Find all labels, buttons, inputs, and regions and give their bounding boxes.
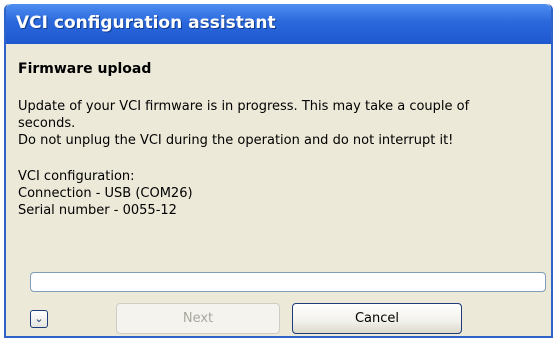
config-heading: VCI configuration: (18, 169, 135, 184)
connection-info: Connection - USB (COM26) (18, 186, 193, 201)
next-button[interactable]: Next (116, 303, 280, 334)
chevron-down-icon: ⌄ (34, 312, 44, 325)
progress-message-line-2: seconds. (18, 116, 76, 131)
expand-button[interactable]: ⌄ (30, 310, 48, 328)
dialog-window: VCI configuration assistant Firmware upl… (4, 4, 553, 338)
warning-message: Do not unplug the VCI during the operati… (18, 133, 454, 148)
window-title: VCI configuration assistant (16, 13, 276, 33)
serial-number-info: Serial number - 0055-12 (18, 203, 177, 218)
section-title: Firmware upload (18, 61, 152, 77)
title-bar[interactable]: VCI configuration assistant (6, 4, 551, 44)
progress-bar (30, 272, 546, 292)
progress-message-line-1: Update of your VCI firmware is in progre… (18, 99, 470, 114)
cancel-button[interactable]: Cancel (292, 303, 462, 334)
dialog-content: Firmware upload Update of your VCI firmw… (6, 44, 551, 336)
